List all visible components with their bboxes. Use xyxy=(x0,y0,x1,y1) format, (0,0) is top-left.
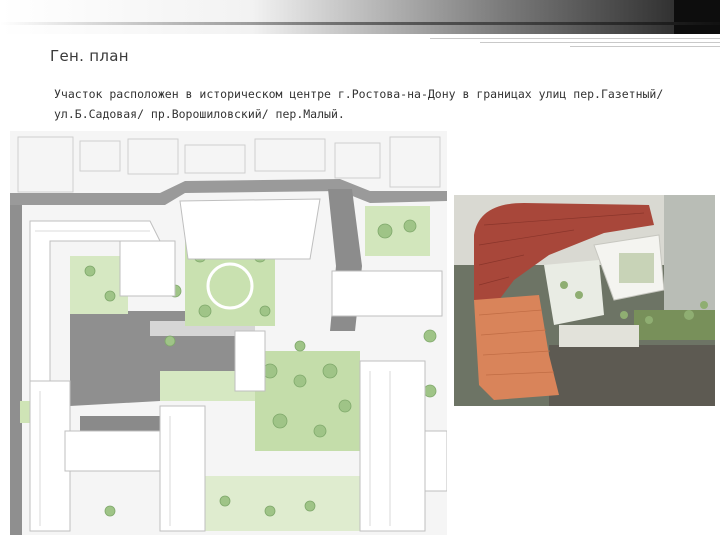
slide-top-bar xyxy=(0,0,720,34)
slide-title: Ген. план xyxy=(50,47,129,65)
slide-description: Участок расположен в историческом центре… xyxy=(54,87,664,121)
building-3d-render xyxy=(454,195,715,406)
site-master-plan xyxy=(10,131,447,535)
top-bar-underline xyxy=(0,22,720,25)
decorative-rule-lines xyxy=(430,36,720,50)
top-bar-dark-block xyxy=(674,0,720,34)
